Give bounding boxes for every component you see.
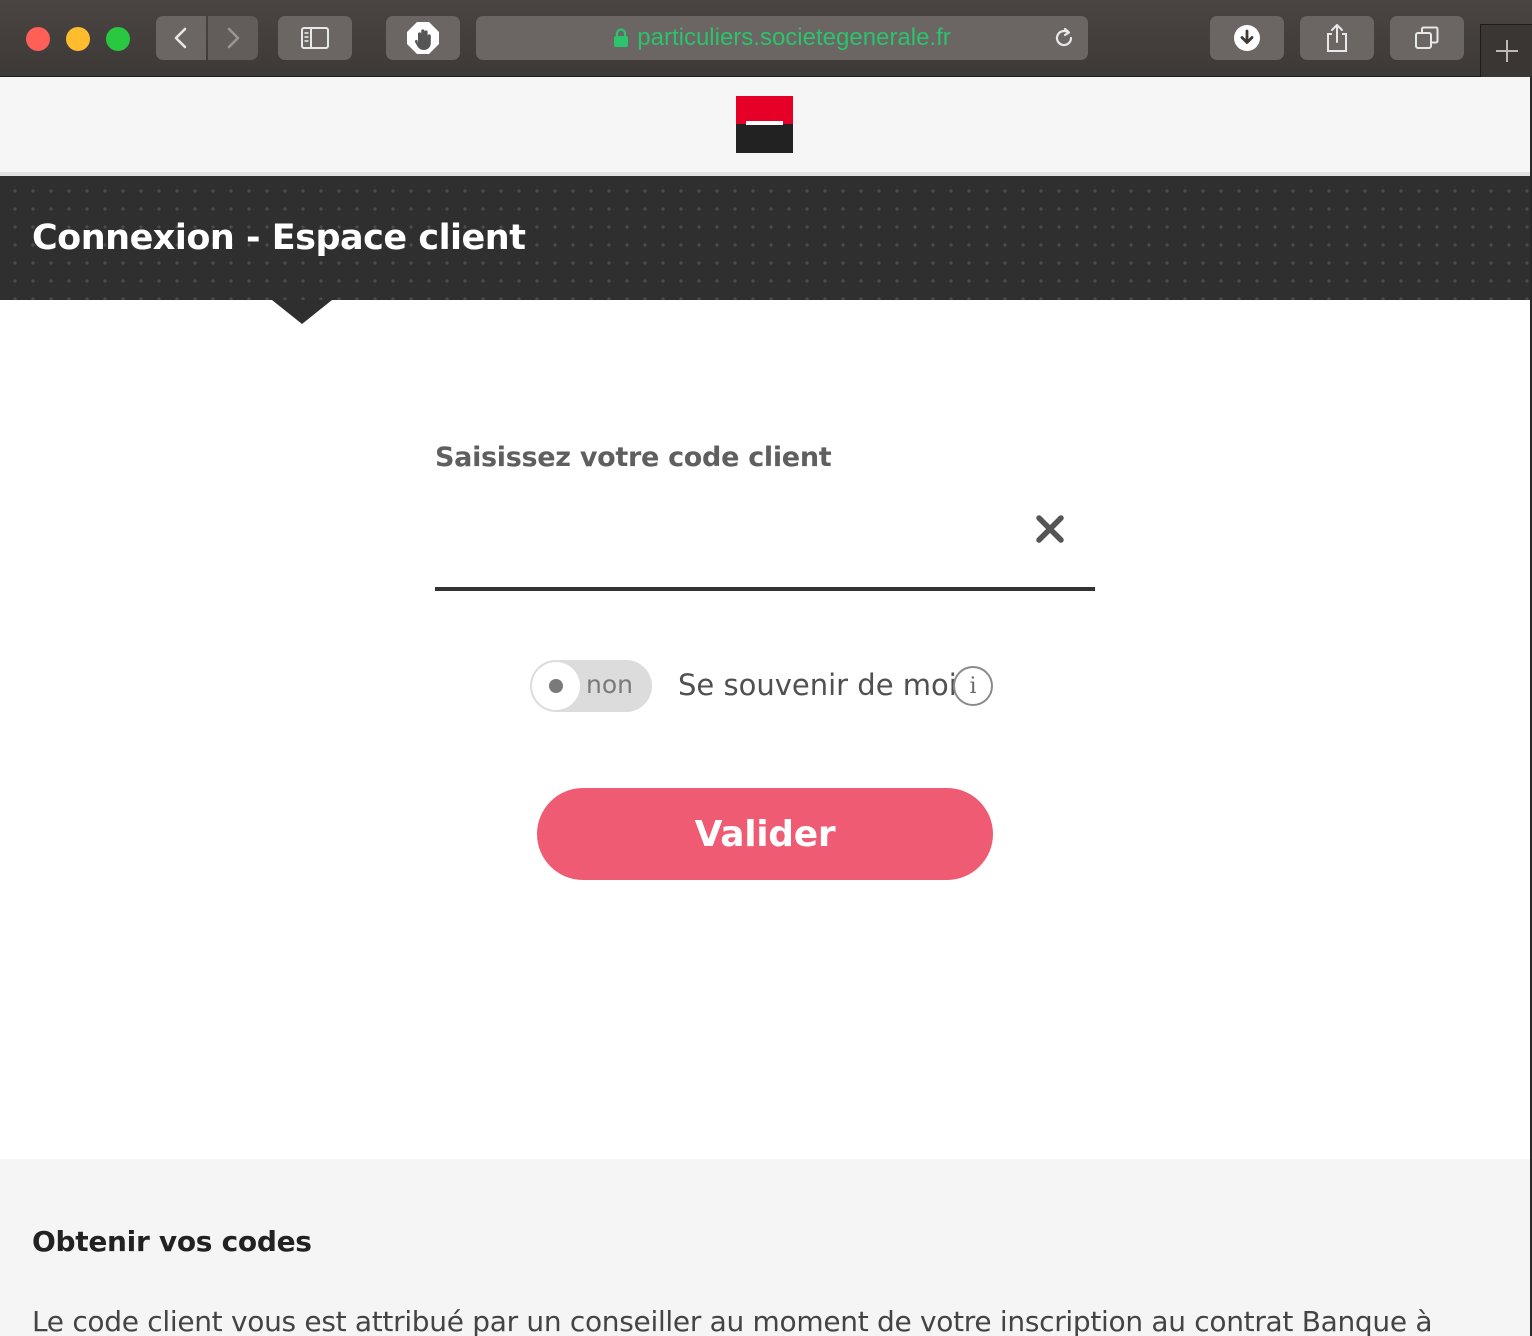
tabs-overview-button[interactable]: [1390, 16, 1464, 60]
chevron-left-icon: [174, 27, 187, 49]
societe-generale-logo[interactable]: [736, 96, 793, 153]
reload-button[interactable]: [1052, 26, 1076, 54]
logo-bar: [746, 121, 783, 125]
info-glyph: i: [969, 673, 977, 699]
get-codes-title: Obtenir vos codes: [32, 1225, 312, 1258]
logo-black-block: [736, 124, 793, 153]
lock-icon: [614, 28, 629, 47]
plus-icon: [1496, 40, 1518, 62]
page-title: Connexion - Espace client: [32, 218, 526, 258]
window-close-button[interactable]: [26, 27, 50, 51]
page-banner: Connexion - Espace client: [0, 176, 1530, 300]
get-codes-text: Le code client vous est attribué par un …: [32, 1305, 1433, 1336]
sidebar-button[interactable]: [278, 16, 352, 60]
site-header: [0, 77, 1530, 176]
sidebar-icon: [301, 27, 329, 49]
downloads-button[interactable]: [1210, 16, 1284, 60]
validate-button[interactable]: Valider: [537, 788, 993, 880]
browser-toolbar: particuliers.societegenerale.fr: [0, 0, 1532, 77]
chevron-right-icon: [227, 27, 240, 49]
input-underline: [435, 587, 1095, 591]
window-zoom-button[interactable]: [106, 27, 130, 51]
toggle-state-label: non: [586, 670, 633, 699]
page-viewport: Connexion - Espace client Saisissez votr…: [0, 77, 1530, 1336]
back-button[interactable]: [156, 16, 206, 60]
banner-pointer: [272, 300, 332, 324]
download-icon: [1234, 25, 1260, 51]
toggle-knob: [532, 662, 580, 710]
tabs-icon: [1415, 26, 1439, 49]
info-icon[interactable]: i: [953, 666, 993, 706]
close-icon: [1036, 515, 1064, 543]
new-tab-button[interactable]: [1480, 24, 1532, 77]
get-codes-section: Obtenir vos codes Le code client vous es…: [0, 1159, 1530, 1336]
forward-button[interactable]: [208, 16, 258, 60]
toggle-dot: [549, 679, 563, 693]
remember-me-toggle[interactable]: non: [530, 660, 652, 712]
logo-red-block: [736, 96, 793, 125]
history-nav: [156, 16, 258, 60]
code-client-input[interactable]: [435, 497, 1029, 589]
reload-icon: [1055, 27, 1073, 47]
hand-stop-icon: [407, 22, 439, 54]
clear-input-button[interactable]: [1028, 507, 1072, 551]
address-bar[interactable]: particuliers.societegenerale.fr: [476, 16, 1088, 60]
url-text: particuliers.societegenerale.fr: [637, 24, 951, 51]
share-button[interactable]: [1300, 16, 1374, 60]
adblock-extension-button[interactable]: [386, 16, 460, 60]
window-minimize-button[interactable]: [66, 27, 90, 51]
share-icon: [1327, 24, 1347, 52]
remember-me-label: Se souvenir de moi: [678, 668, 957, 702]
code-client-label: Saisissez votre code client: [435, 442, 832, 473]
